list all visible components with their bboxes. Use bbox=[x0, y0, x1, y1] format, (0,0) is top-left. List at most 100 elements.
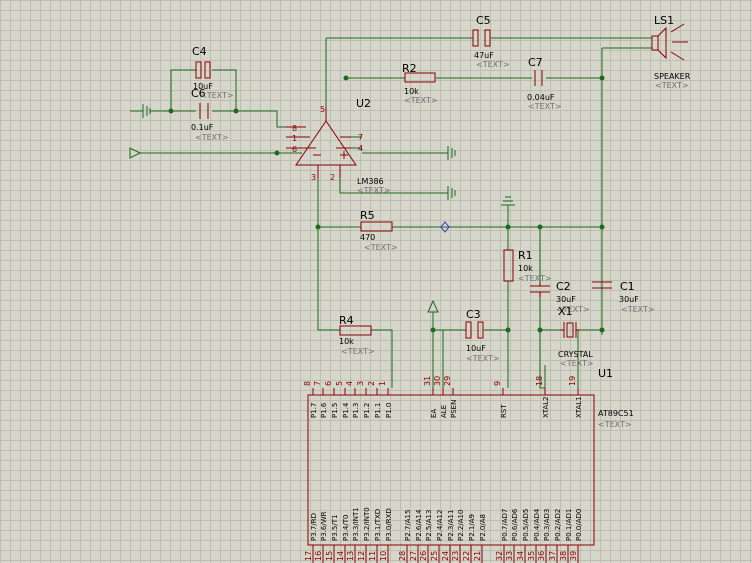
mcu-pin-label: P3.3/INT1 bbox=[352, 507, 360, 541]
mcu-pin-number: 30 bbox=[433, 376, 442, 386]
mcu-pin-number: 16 bbox=[314, 551, 323, 561]
mcu-pin-number: 12 bbox=[357, 551, 366, 561]
mcu-pin-number: 35 bbox=[527, 551, 536, 561]
vcc-ea-icon bbox=[427, 299, 439, 313]
r4-text: <TEXT> bbox=[341, 347, 375, 356]
mcu-pin-label: P3.0/RXD bbox=[385, 508, 393, 541]
mcu-pin-number: 3 bbox=[356, 381, 365, 386]
u2-pin6: 6 bbox=[292, 145, 297, 154]
capacitor-c7[interactable]: C7 0.04uF <TEXT> bbox=[527, 56, 562, 111]
mcu-pin-label: P2.6/A14 bbox=[415, 509, 423, 541]
ls1-text: <TEXT> bbox=[655, 81, 689, 90]
gnd-left-icon bbox=[142, 104, 151, 118]
mcu-pin-number: 7 bbox=[313, 381, 322, 386]
mcu-pin-label: P3.1/TXD bbox=[374, 509, 382, 541]
c4-ref: C4 bbox=[192, 45, 207, 58]
mcu-pin-number: 9 bbox=[493, 381, 502, 386]
mcu-pin-label: P0.6/AD6 bbox=[511, 508, 519, 541]
c4-text: <TEXT> bbox=[200, 91, 234, 100]
resistor-r1[interactable]: R1 10k <TEXT> bbox=[503, 249, 552, 283]
r5-text: <TEXT> bbox=[364, 243, 398, 252]
mcu-pin-number: 5 bbox=[335, 381, 344, 386]
mcu-pin-number: 32 bbox=[495, 551, 504, 561]
u2-pin8: 8 bbox=[292, 124, 297, 133]
resistor-r4[interactable]: R4 10k <TEXT> bbox=[339, 314, 375, 356]
input-terminal-icon bbox=[129, 147, 142, 159]
r5-ref: R5 bbox=[360, 209, 375, 222]
capacitor-c5[interactable]: C5 47uF <TEXT> bbox=[472, 14, 510, 69]
lm386-amplifier[interactable]: 8 1 6 7 4 5 3 2 U2 LM386 <TEXT> bbox=[286, 97, 391, 195]
ground-symbols bbox=[129, 104, 515, 313]
wire-u2-pin7-4 bbox=[351, 136, 448, 154]
mcu-pin-number: 17 bbox=[304, 551, 313, 561]
mcu-pin-label: P2.4/A12 bbox=[436, 510, 444, 541]
c3-ref: C3 bbox=[466, 308, 481, 321]
c7-text: <TEXT> bbox=[528, 102, 562, 111]
mcu-at89c51[interactable]: U1 AT89C51 <TEXT> 8 P1.7 7 P1.6 6 P1.5 5 P1.4 4 P… bbox=[303, 367, 634, 563]
c2-value: 30uF bbox=[556, 295, 576, 304]
c1-value: 30uF bbox=[619, 295, 639, 304]
mcu-pin-label: P0.5/AD5 bbox=[522, 509, 530, 541]
mcu-pin-number: 38 bbox=[559, 551, 568, 561]
r4-value: 10k bbox=[339, 337, 354, 346]
mcu-pin-number: 34 bbox=[516, 551, 525, 561]
c5-value: 47uF bbox=[474, 51, 494, 60]
mcu-pin-number: 39 bbox=[569, 551, 578, 561]
mcu-pin-number: 19 bbox=[568, 376, 577, 386]
u2-pin4: 4 bbox=[358, 144, 363, 153]
mcu-pin-number: 18 bbox=[535, 376, 544, 386]
mcu-pin-label: P3.2/INT0 bbox=[363, 507, 371, 541]
mcu-pin-label: P0.1/AD1 bbox=[565, 509, 573, 541]
c2-ref: C2 bbox=[556, 280, 571, 293]
mcu-pin-number: 29 bbox=[443, 376, 452, 386]
mcu-pin-label: RST bbox=[500, 404, 508, 418]
c6-value: 0.1uF bbox=[191, 123, 214, 132]
mcu-pin-label: P0.0/AD0 bbox=[575, 509, 583, 541]
mcu-pin-label: P0.4/AD4 bbox=[533, 508, 541, 541]
mcu-bottom-pins: P3.7/RD 17 P3.6/WR 16 P3.5/T1 15 P3.4/T0 14 P3.3… bbox=[304, 507, 583, 563]
mcu-pin-number: 15 bbox=[325, 551, 334, 561]
c3-value: 10uF bbox=[466, 344, 486, 353]
mcu-pin-label: PSEN bbox=[450, 400, 458, 418]
r5-value: 470 bbox=[360, 233, 375, 242]
gnd-top-icon bbox=[501, 196, 515, 206]
mcu-pin-number: 6 bbox=[324, 381, 333, 386]
capacitor-c3[interactable]: C3 10uF <TEXT> bbox=[465, 308, 500, 363]
r2-text: <TEXT> bbox=[404, 96, 438, 105]
mcu-pin-label: P1.2 bbox=[363, 403, 371, 418]
u2-pin2: 2 bbox=[330, 173, 335, 182]
mcu-pin-label: P2.2/A10 bbox=[457, 510, 465, 541]
mcu-pin-label: P0.7/AD7 bbox=[501, 509, 509, 541]
mcu-pin-label: P3.7/RD bbox=[310, 513, 318, 541]
schematic-canvas[interactable]: 8 1 6 7 4 5 3 2 U2 LM386 <TEXT> C4 10uF … bbox=[0, 0, 752, 563]
crystal-x1[interactable]: X1 CRYSTAL <TEXT> bbox=[558, 305, 594, 368]
mcu-pin-label: ALE bbox=[440, 405, 448, 418]
mcu-pin-label: XTAL1 bbox=[575, 396, 583, 418]
gnd-u2-4-icon bbox=[447, 146, 456, 160]
capacitor-c1[interactable]: C1 30uF <TEXT> bbox=[592, 280, 655, 314]
r1-ref: R1 bbox=[518, 249, 533, 262]
mcu-pin-number: 22 bbox=[462, 551, 471, 561]
mcu-pin-label: P1.6 bbox=[320, 402, 328, 418]
u2-text: <TEXT> bbox=[357, 186, 391, 195]
speaker-ls1[interactable]: LS1 SPEAKER <TEXT> bbox=[651, 14, 691, 90]
resistor-r2[interactable]: R2 10k <TEXT> bbox=[402, 62, 438, 105]
mcu-pin-label: P1.3 bbox=[352, 403, 360, 418]
mcu-pin-number: 21 bbox=[473, 551, 482, 561]
capacitor-c4[interactable]: C4 10uF bbox=[192, 45, 213, 91]
mcu-pin-number: 28 bbox=[398, 551, 407, 561]
mcu-pin-number: 10 bbox=[379, 551, 388, 561]
u2-ref: U2 bbox=[356, 97, 371, 110]
resistor-r5[interactable]: R5 470 <TEXT> bbox=[360, 209, 450, 252]
gnd-u2-2-icon bbox=[447, 186, 456, 200]
c7-ref: C7 bbox=[528, 56, 543, 69]
mcu-pin-number: 4 bbox=[345, 381, 354, 386]
mcu-pin-label: EA bbox=[430, 409, 438, 418]
mcu-pin-label: P0.3/AD3 bbox=[543, 509, 551, 541]
u2-pin7: 7 bbox=[358, 133, 363, 142]
capacitor-c6[interactable]: C6 0.1uF <TEXT> <TEXT> bbox=[191, 87, 234, 142]
schematic: 8 1 6 7 4 5 3 2 U2 LM386 <TEXT> C4 10uF … bbox=[129, 14, 691, 563]
wire-u2-pin3 bbox=[317, 178, 393, 388]
mcu-pin-label: P0.2/AD2 bbox=[554, 509, 562, 541]
c1-text: <TEXT> bbox=[621, 305, 655, 314]
